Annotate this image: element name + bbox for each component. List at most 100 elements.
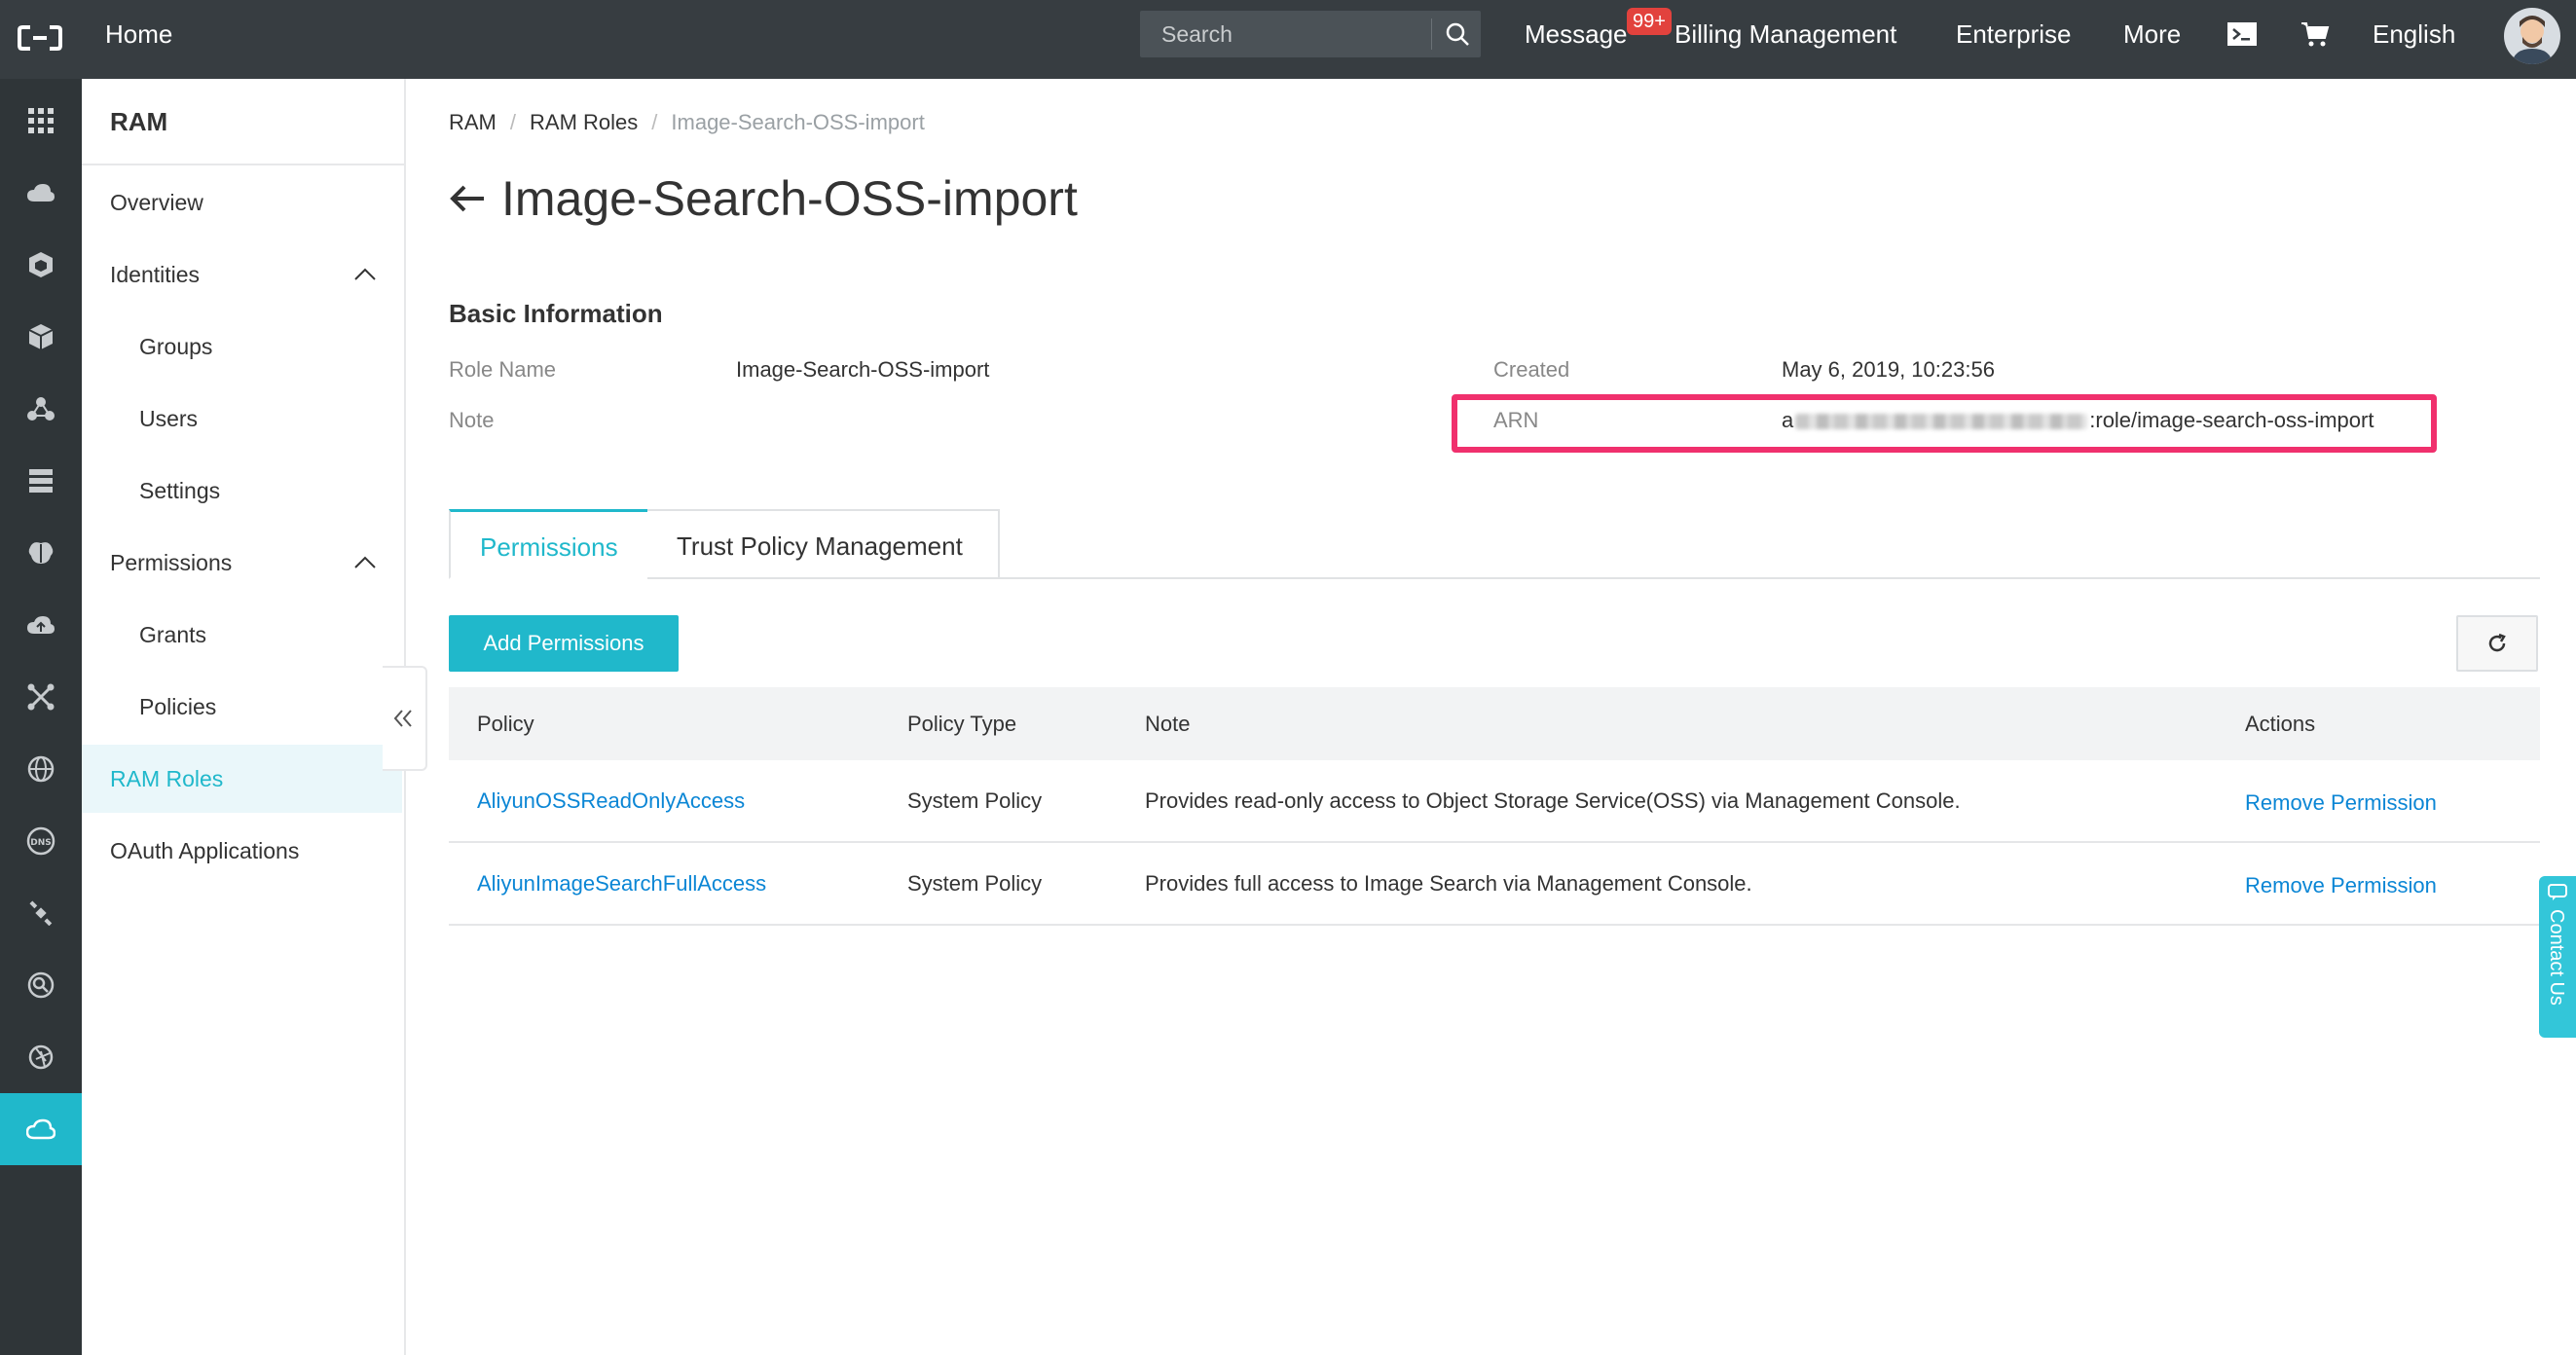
network-icon [27, 683, 55, 711]
column-header-note: Note [1145, 712, 1191, 736]
cloud-active-icon [26, 1118, 55, 1140]
message-count-badge: 99+ [1627, 8, 1672, 35]
remove-permission-link[interactable]: Remove Permission [2245, 845, 2437, 926]
rail-item-9[interactable] [0, 733, 82, 805]
refresh-icon [2488, 633, 2506, 652]
column-header-policy-type: Policy Type [907, 712, 1017, 736]
rail-item-6[interactable] [0, 517, 82, 589]
sidebar-item-label: Grants [139, 622, 207, 647]
terminal-icon[interactable] [2226, 19, 2258, 49]
server-icon [29, 469, 53, 493]
rail-item-10[interactable]: DNS [0, 805, 82, 877]
aliyun-logo-icon[interactable] [10, 14, 70, 62]
policy-name-link[interactable]: AliyunOSSReadOnlyAccess [477, 760, 745, 841]
created-label: Created [1493, 357, 1570, 382]
rail-item-1[interactable] [0, 157, 82, 229]
brain-icon [28, 542, 54, 564]
rail-item-4[interactable] [0, 373, 82, 445]
breadcrumb-ram[interactable]: RAM [449, 110, 497, 134]
sidebar-item-label: Users [139, 406, 199, 431]
arn-value: a:role/image-search-oss-import [1782, 408, 2374, 433]
back-arrow-icon[interactable] [449, 183, 486, 214]
policy-note-cell: Provides read-only access to Object Stor… [1145, 788, 1961, 813]
note-label: Note [449, 408, 495, 432]
rail-item-5[interactable] [0, 445, 82, 517]
column-header-policy: Policy [477, 712, 534, 736]
rail-item-ram-active[interactable] [0, 1093, 82, 1165]
sidebar-item-permissions[interactable]: Permissions [82, 529, 404, 597]
basic-information-heading: Basic Information [449, 299, 663, 328]
billing-management-link[interactable]: Billing Management [1674, 0, 1896, 69]
top-bar: Home Search Message 99+ Billing Manageme… [0, 0, 2576, 79]
sidebar-item-oauth-applications[interactable]: OAuth Applications [82, 817, 404, 885]
sidebar-item-overview[interactable]: Overview [82, 168, 404, 237]
contact-us-label: Contact Us [2546, 909, 2567, 1006]
chevron-up-icon [354, 556, 376, 568]
contact-us-tab[interactable]: Contact Us [2539, 876, 2576, 1038]
sidebar-title: RAM [110, 107, 168, 136]
sidebar-item-groups[interactable]: Groups [82, 312, 404, 381]
page-title-row: Image-Search-OSS-import [449, 170, 1078, 227]
rail-item-3[interactable] [0, 301, 82, 373]
globe-icon [27, 755, 55, 783]
breadcrumb-current: Image-Search-OSS-import [671, 110, 925, 134]
sidebar-item-label: RAM Roles [110, 766, 224, 791]
sidebar-item-label: OAuth Applications [110, 838, 300, 863]
policy-name-link[interactable]: AliyunImageSearchFullAccess [477, 843, 766, 924]
sidebar-item-policies[interactable]: Policies [82, 673, 404, 741]
created-value: May 6, 2019, 10:23:56 [1782, 357, 1995, 382]
breadcrumb-ram-roles[interactable]: RAM Roles [530, 110, 638, 134]
dns-icon: DNS [26, 826, 55, 856]
nodes-icon [27, 397, 55, 421]
sidebar-item-settings[interactable]: Settings [82, 457, 404, 525]
search-input[interactable]: Search [1140, 11, 1481, 57]
rail-item-13[interactable] [0, 1021, 82, 1093]
cart-icon[interactable] [2300, 19, 2331, 49]
grid-icon [28, 108, 54, 133]
sidebar-item-label: Groups [139, 334, 213, 359]
cloud-upload-icon [27, 616, 55, 634]
main-content: RAM / RAM Roles / Image-Search-OSS-import Im… [408, 79, 2576, 1355]
rail-item-8[interactable] [0, 661, 82, 733]
tab-trust-policy-management[interactable]: Trust Policy Management [647, 509, 1000, 579]
sidebar-item-grants[interactable]: Grants [82, 601, 404, 669]
refresh-button[interactable] [2456, 615, 2538, 672]
rail-item-7[interactable] [0, 589, 82, 661]
rail-item-2[interactable] [0, 229, 82, 301]
rail-item-11[interactable] [0, 877, 82, 949]
tab-permissions[interactable]: Permissions [449, 509, 649, 579]
role-name-value: Image-Search-OSS-import [736, 357, 990, 382]
policy-type-cell: System Policy [907, 788, 1043, 813]
sidebar-item-label: Overview [110, 190, 203, 215]
sidebar-item-users[interactable]: Users [82, 385, 404, 453]
sidebar-item-label: Identities [110, 262, 201, 287]
message-link[interactable]: Message [1525, 0, 1628, 69]
sidebar-item-identities[interactable]: Identities [82, 240, 404, 309]
arn-label: ARN [1493, 408, 1539, 432]
arn-redacted-account-id [1795, 414, 2088, 430]
breadcrumb: RAM / RAM Roles / Image-Search-OSS-import [449, 110, 925, 134]
satellite-icon [29, 900, 53, 926]
policy-note-cell: Provides full access to Image Search via… [1145, 871, 1752, 896]
home-link[interactable]: Home [105, 0, 172, 79]
user-avatar[interactable] [2504, 8, 2560, 64]
products-menu[interactable] [0, 85, 82, 157]
chat-bubble-icon [2548, 884, 2567, 900]
rail-item-12[interactable] [0, 949, 82, 1021]
page-title: Image-Search-OSS-import [501, 171, 1078, 226]
svg-text:DNS: DNS [30, 838, 52, 848]
sidebar-item-label: Permissions [110, 550, 233, 575]
enterprise-link[interactable]: Enterprise [1956, 0, 2072, 69]
more-menu[interactable]: More [2123, 0, 2181, 69]
search-scan-icon [27, 971, 55, 999]
add-permissions-button[interactable]: Add Permissions [449, 615, 679, 672]
cube-icon [29, 252, 53, 277]
language-selector[interactable]: English [2373, 0, 2455, 69]
table-row: AliyunImageSearchFullAccess System Polic… [449, 843, 2540, 926]
ram-sidebar: RAM Overview Identities Groups Users Set… [82, 79, 406, 1355]
search-icon[interactable] [1444, 20, 1471, 48]
remove-permission-link[interactable]: Remove Permission [2245, 762, 2437, 843]
cloud-icon [27, 184, 55, 201]
cube-alt-icon [28, 324, 54, 349]
sidebar-item-ram-roles[interactable]: RAM Roles [82, 745, 402, 813]
